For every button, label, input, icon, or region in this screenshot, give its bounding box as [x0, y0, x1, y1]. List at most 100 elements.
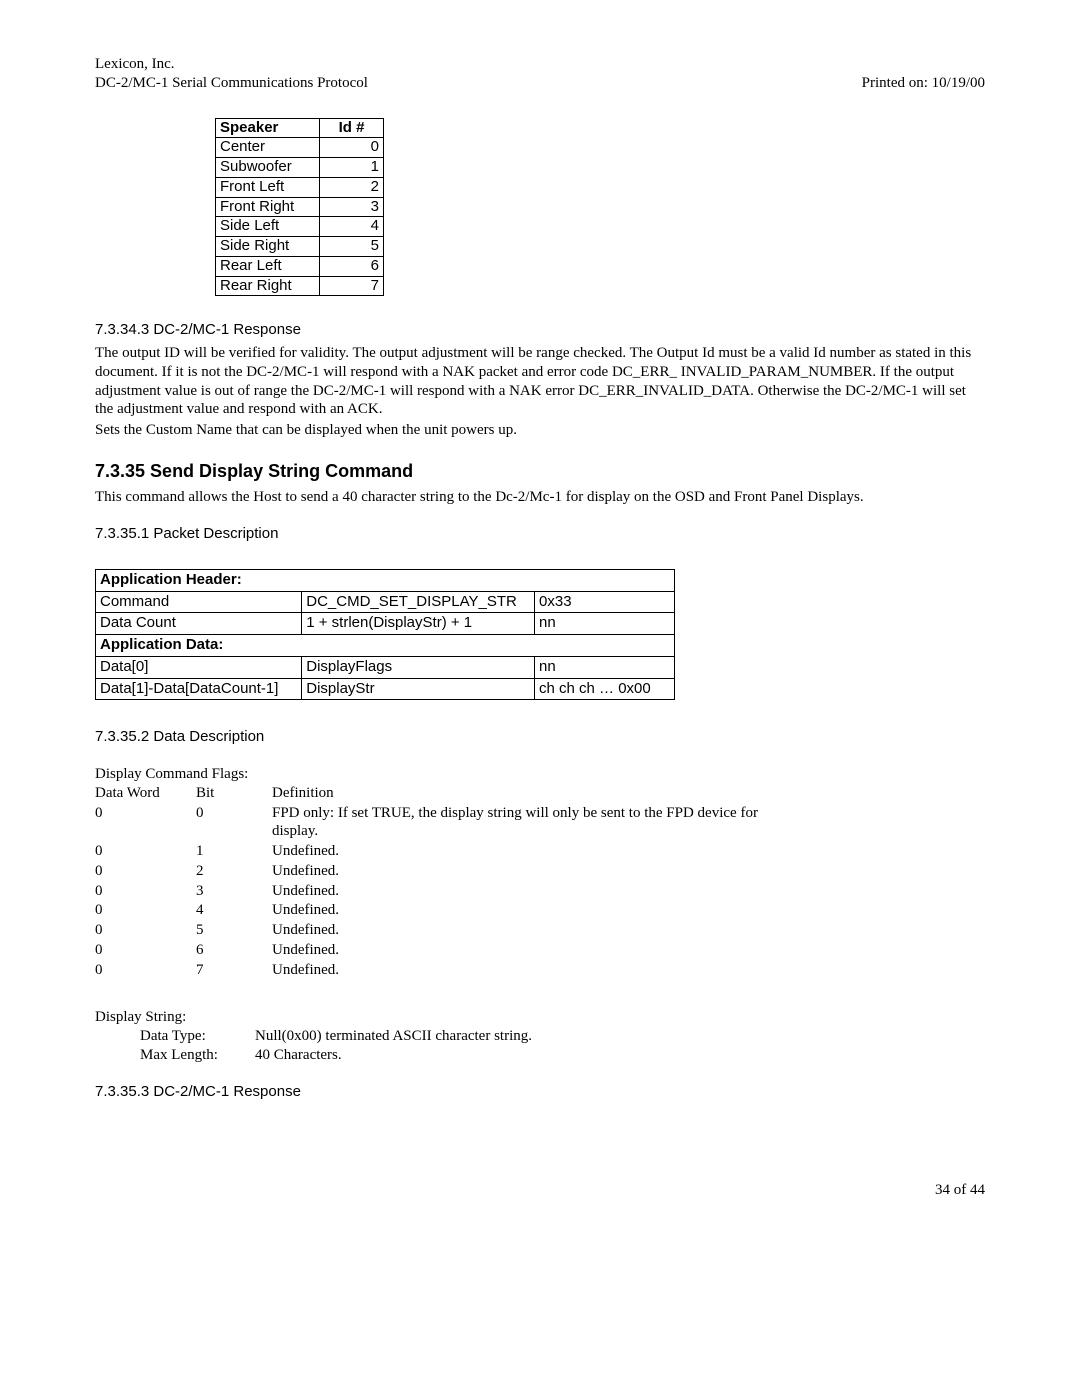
col-header-bit: Bit [196, 784, 272, 804]
table-row: 05Undefined. [95, 921, 808, 941]
speaker-id-table: Speaker Id # Center0 Subwoofer1 Front Le… [215, 118, 384, 297]
cell: 0 [95, 882, 196, 902]
cell: 5 [196, 921, 272, 941]
cell: 0 [320, 138, 384, 158]
table-row: Front Left2 [216, 177, 384, 197]
col-header-definition: Definition [272, 784, 808, 804]
table-row: Data Count 1 + strlen(DisplayStr) + 1 nn [96, 613, 675, 635]
cell: 3 [320, 197, 384, 217]
cell: 6 [196, 941, 272, 961]
cell: Data[0] [96, 656, 302, 678]
table-row: Side Left4 [216, 217, 384, 237]
cell: 0x33 [535, 591, 675, 613]
col-header-speaker: Speaker [216, 118, 320, 138]
company-name: Lexicon, Inc. [95, 55, 368, 74]
table-row: 03Undefined. [95, 882, 808, 902]
display-string-label: Display String: [95, 1008, 985, 1027]
cell: nn [535, 613, 675, 635]
header-left: Lexicon, Inc. DC-2/MC-1 Serial Communica… [95, 55, 368, 93]
table-row: Center0 [216, 138, 384, 158]
page-footer: 34 of 44 [95, 1181, 985, 1200]
table-row: Rear Left6 [216, 256, 384, 276]
header-right: Printed on: 10/19/00 [862, 55, 985, 93]
table-row: Data[1]-Data[DataCount-1] DisplayStr ch … [96, 678, 675, 700]
cell: 1 [196, 842, 272, 862]
cell: 0 [95, 961, 196, 981]
cell: Undefined. [272, 842, 808, 862]
cell: 7 [320, 276, 384, 296]
cell: DisplayFlags [302, 656, 535, 678]
table-row: 00FPD only: If set TRUE, the display str… [95, 804, 808, 843]
col-header-dataword: Data Word [95, 784, 196, 804]
table-row: Rear Right7 [216, 276, 384, 296]
table-row: 02Undefined. [95, 862, 808, 882]
cell: 1 [320, 158, 384, 178]
table-row: Side Right5 [216, 237, 384, 257]
app-header-row: Application Header: [96, 569, 675, 591]
section-73343-heading: 7.3.34.3 DC-2/MC-1 Response [95, 321, 985, 340]
doc-title: DC-2/MC-1 Serial Communications Protocol [95, 74, 368, 93]
cell: 0 [95, 901, 196, 921]
cell: Side Left [216, 217, 320, 237]
cell: Center [216, 138, 320, 158]
cell: 7 [196, 961, 272, 981]
cell: Subwoofer [216, 158, 320, 178]
cell: 0 [95, 921, 196, 941]
cell: 1 + strlen(DisplayStr) + 1 [302, 613, 535, 635]
cell: 3 [196, 882, 272, 902]
section-7335-heading: 7.3.35 Send Display String Command [95, 460, 985, 483]
max-length-label: Max Length: [140, 1046, 255, 1065]
cell: Data Count [96, 613, 302, 635]
cell: Command [96, 591, 302, 613]
section-73353-heading: 7.3.35.3 DC-2/MC-1 Response [95, 1083, 985, 1102]
cell: 0 [95, 941, 196, 961]
cell: Data[1]-Data[DataCount-1] [96, 678, 302, 700]
cell: 5 [320, 237, 384, 257]
table-row: Data[0] DisplayFlags nn [96, 656, 675, 678]
col-header-id: Id # [320, 118, 384, 138]
data-type-value: Null(0x00) terminated ASCII character st… [255, 1027, 532, 1046]
cell: Side Right [216, 237, 320, 257]
cell: DC_CMD_SET_DISPLAY_STR [302, 591, 535, 613]
section-73352-heading: 7.3.35.2 Data Description [95, 728, 985, 747]
table-row: 06Undefined. [95, 941, 808, 961]
page-header: Lexicon, Inc. DC-2/MC-1 Serial Communica… [95, 55, 985, 93]
flags-table: Data Word Bit Definition 00FPD only: If … [95, 784, 808, 981]
table-row: 07Undefined. [95, 961, 808, 981]
cell: Rear Right [216, 276, 320, 296]
data-type-label: Data Type: [140, 1027, 255, 1046]
table-row: 01Undefined. [95, 842, 808, 862]
cell: 0 [196, 804, 272, 843]
section-73343-body: The output ID will be verified for valid… [95, 344, 985, 419]
cell: Front Left [216, 177, 320, 197]
cell: ch ch ch … 0x00 [535, 678, 675, 700]
flags-label: Display Command Flags: [95, 765, 985, 784]
section-7335-body: This command allows the Host to send a 4… [95, 488, 985, 507]
table-row: Subwoofer1 [216, 158, 384, 178]
cell: 6 [320, 256, 384, 276]
cell: Rear Left [216, 256, 320, 276]
table-row: Command DC_CMD_SET_DISPLAY_STR 0x33 [96, 591, 675, 613]
cell: nn [535, 656, 675, 678]
cell: Undefined. [272, 921, 808, 941]
cell: 0 [95, 804, 196, 843]
cell: Undefined. [272, 901, 808, 921]
cell: Undefined. [272, 941, 808, 961]
max-length-value: 40 Characters. [255, 1046, 342, 1065]
cell: Undefined. [272, 961, 808, 981]
table-row: Front Right3 [216, 197, 384, 217]
cell: Undefined. [272, 882, 808, 902]
table-row: 04Undefined. [95, 901, 808, 921]
cell: 0 [95, 862, 196, 882]
cell: 4 [196, 901, 272, 921]
cell: FPD only: If set TRUE, the display strin… [272, 804, 808, 843]
cell: 2 [196, 862, 272, 882]
display-string-section: Display String: Data Type: Null(0x00) te… [95, 1008, 985, 1064]
section-73343-body2: Sets the Custom Name that can be display… [95, 421, 985, 440]
cell: Front Right [216, 197, 320, 217]
section-73351-heading: 7.3.35.1 Packet Description [95, 525, 985, 544]
cell: DisplayStr [302, 678, 535, 700]
cell: Undefined. [272, 862, 808, 882]
printed-on: Printed on: 10/19/00 [862, 74, 985, 93]
packet-description-table: Application Header: Command DC_CMD_SET_D… [95, 569, 675, 701]
